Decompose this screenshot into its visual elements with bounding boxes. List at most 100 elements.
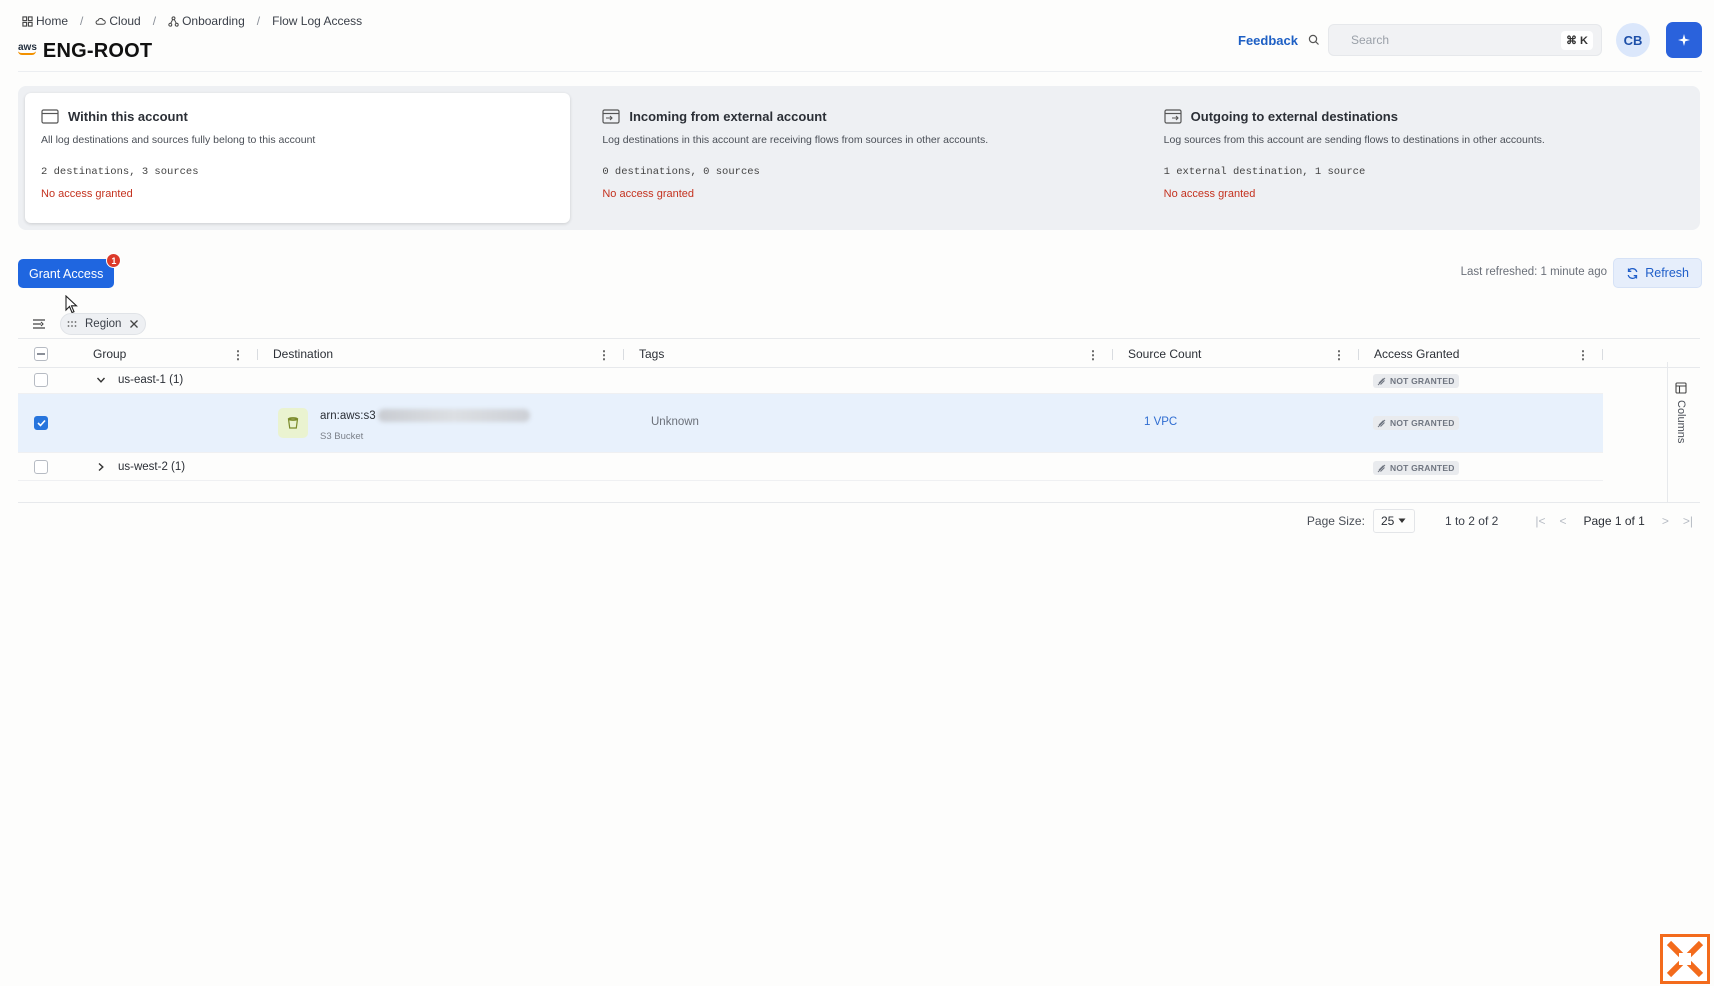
columns-label: Columns xyxy=(1675,400,1687,444)
aws-logo: aws xyxy=(18,41,37,55)
card-title: Outgoing to external destinations xyxy=(1190,109,1398,124)
chevron-right-icon[interactable] xyxy=(96,462,106,472)
table-row[interactable]: arn:aws:s3 S3 Bucket Unknown 1 VPC NOT G… xyxy=(18,394,1603,453)
breadcrumb: Home / Cloud / Onboarding / Flow Log Acc… xyxy=(22,14,362,28)
card-status: No access granted xyxy=(602,188,695,200)
destination-type: S3 Bucket xyxy=(320,431,364,442)
column-menu-icon[interactable]: ⋮ xyxy=(1087,348,1099,362)
feedback-link[interactable]: Feedback xyxy=(1238,33,1298,48)
tags-cell: Unknown xyxy=(651,416,699,428)
card-head: Within this account xyxy=(41,109,554,124)
table-bottom-border xyxy=(18,502,1700,503)
search-icon xyxy=(1308,34,1319,45)
first-page-icon[interactable]: |< xyxy=(1535,514,1545,528)
column-header-group[interactable]: Group xyxy=(93,339,126,369)
last-refreshed-text: Last refreshed: 1 minute ago xyxy=(1460,266,1607,278)
columns-panel-toggle[interactable]: Columns xyxy=(1675,382,1687,443)
column-header-access-granted[interactable]: Access Granted xyxy=(1374,339,1459,369)
column-resize-handle[interactable] xyxy=(257,349,258,360)
breadcrumb-current: Flow Log Access xyxy=(272,14,363,28)
page-size-label: Page Size: xyxy=(1306,514,1365,528)
incoming-window-icon xyxy=(602,109,620,124)
destination-arn: arn:aws:s3 xyxy=(320,409,530,422)
column-resize-handle[interactable] xyxy=(1602,349,1603,360)
column-menu-icon[interactable]: ⋮ xyxy=(232,348,244,362)
row-grouping-bar: Region xyxy=(32,313,147,335)
column-resize-handle[interactable] xyxy=(623,349,624,360)
refresh-button[interactable]: Refresh xyxy=(1613,258,1702,288)
page-size-select[interactable]: 25 xyxy=(1372,509,1415,533)
card-counts: 0 destinations, 0 sources xyxy=(602,166,760,178)
search-input[interactable] xyxy=(1351,33,1541,47)
column-header-source-count[interactable]: Source Count xyxy=(1128,339,1201,369)
group-by-icon[interactable] xyxy=(32,318,46,330)
cloud-icon xyxy=(95,17,107,25)
chevron-down-icon[interactable] xyxy=(96,375,106,385)
column-menu-icon[interactable]: ⋮ xyxy=(598,348,610,362)
breadcrumb-onboarding[interactable]: Onboarding xyxy=(168,14,245,28)
card-outgoing-external[interactable]: Outgoing to external destinations Log so… xyxy=(1148,93,1693,223)
link-off-icon xyxy=(1377,464,1386,472)
window-icon xyxy=(41,109,59,124)
column-header-tags[interactable]: Tags xyxy=(639,339,664,369)
column-menu-icon[interactable]: ⋮ xyxy=(1577,348,1589,362)
card-incoming-external[interactable]: Incoming from external account Log desti… xyxy=(586,93,1131,223)
next-page-icon[interactable]: > xyxy=(1662,514,1669,528)
card-within-account[interactable]: Within this account All log destinations… xyxy=(25,93,571,223)
table-group-row[interactable]: us-west-2 (1) NOT GRANTED xyxy=(18,453,1603,481)
card-title: Incoming from external account xyxy=(629,109,827,124)
breadcrumb-home[interactable]: Home xyxy=(22,14,68,28)
source-count-link[interactable]: 1 VPC xyxy=(1144,416,1177,428)
column-resize-handle[interactable] xyxy=(1358,349,1359,360)
mouse-cursor-icon xyxy=(65,295,78,314)
row-checkbox[interactable] xyxy=(34,373,48,387)
card-counts: 1 external destination, 1 source xyxy=(1163,166,1366,178)
app-corner-logo[interactable] xyxy=(1660,934,1710,984)
x-logo-icon xyxy=(1666,940,1704,978)
drag-handle-icon[interactable] xyxy=(67,320,77,328)
table-group-row[interactable]: us-east-1 (1) NOT GRANTED xyxy=(18,368,1603,394)
grid-icon xyxy=(22,15,33,27)
card-head: Outgoing to external destinations xyxy=(1164,109,1677,124)
column-resize-handle[interactable] xyxy=(1112,349,1113,360)
search-wrap: ⌘ K xyxy=(1308,24,1602,56)
hierarchy-icon xyxy=(168,15,179,27)
refresh-label: Refresh xyxy=(1645,266,1689,280)
group-label: us-east-1 (1) xyxy=(118,374,184,386)
caret-down-icon xyxy=(1398,518,1406,523)
search-box[interactable]: ⌘ K xyxy=(1328,24,1602,56)
row-checkbox[interactable] xyxy=(34,416,48,430)
status-badge: NOT GRANTED xyxy=(1373,461,1459,475)
header-divider xyxy=(18,71,1702,72)
last-page-icon[interactable]: >| xyxy=(1683,514,1693,528)
page-range: 1 to 2 of 2 xyxy=(1444,514,1499,528)
group-chip-region[interactable]: Region xyxy=(60,313,147,335)
column-header-destination[interactable]: Destination xyxy=(273,339,333,369)
link-off-icon xyxy=(1377,377,1386,385)
group-cell: us-west-2 (1) xyxy=(96,461,185,473)
column-menu-icon[interactable]: ⋮ xyxy=(1333,348,1345,362)
refresh-icon xyxy=(1627,267,1638,279)
group-chip-label: Region xyxy=(85,318,122,330)
previous-page-icon[interactable]: < xyxy=(1559,514,1566,528)
title-row: aws ENG-ROOT xyxy=(18,40,152,63)
card-head: Incoming from external account xyxy=(602,109,1115,124)
breadcrumb-cloud[interactable]: Cloud xyxy=(95,14,141,28)
flow-log-table: Group ⋮ Destination ⋮ Tags ⋮ Source Coun… xyxy=(18,338,1700,481)
search-shortcut: ⌘ K xyxy=(1561,30,1593,50)
avatar[interactable]: CB xyxy=(1616,23,1650,57)
card-title: Within this account xyxy=(68,109,188,124)
account-scope-cards: Within this account All log destinations… xyxy=(18,86,1700,230)
ai-assistant-button[interactable] xyxy=(1666,22,1702,58)
grant-access-button[interactable]: Grant Access 1 xyxy=(18,253,122,288)
close-icon[interactable] xyxy=(129,319,139,329)
card-description: All log destinations and sources fully b… xyxy=(41,134,316,146)
select-all-checkbox[interactable] xyxy=(34,347,48,361)
redacted-arn-blur xyxy=(377,409,530,422)
page-label: Page 1 of 1 xyxy=(1583,514,1645,528)
outgoing-window-icon xyxy=(1164,109,1182,124)
row-checkbox[interactable] xyxy=(34,460,48,474)
group-label: us-west-2 (1) xyxy=(118,461,186,473)
page-title: ENG-ROOT xyxy=(42,40,153,62)
columns-icon xyxy=(1675,382,1687,394)
